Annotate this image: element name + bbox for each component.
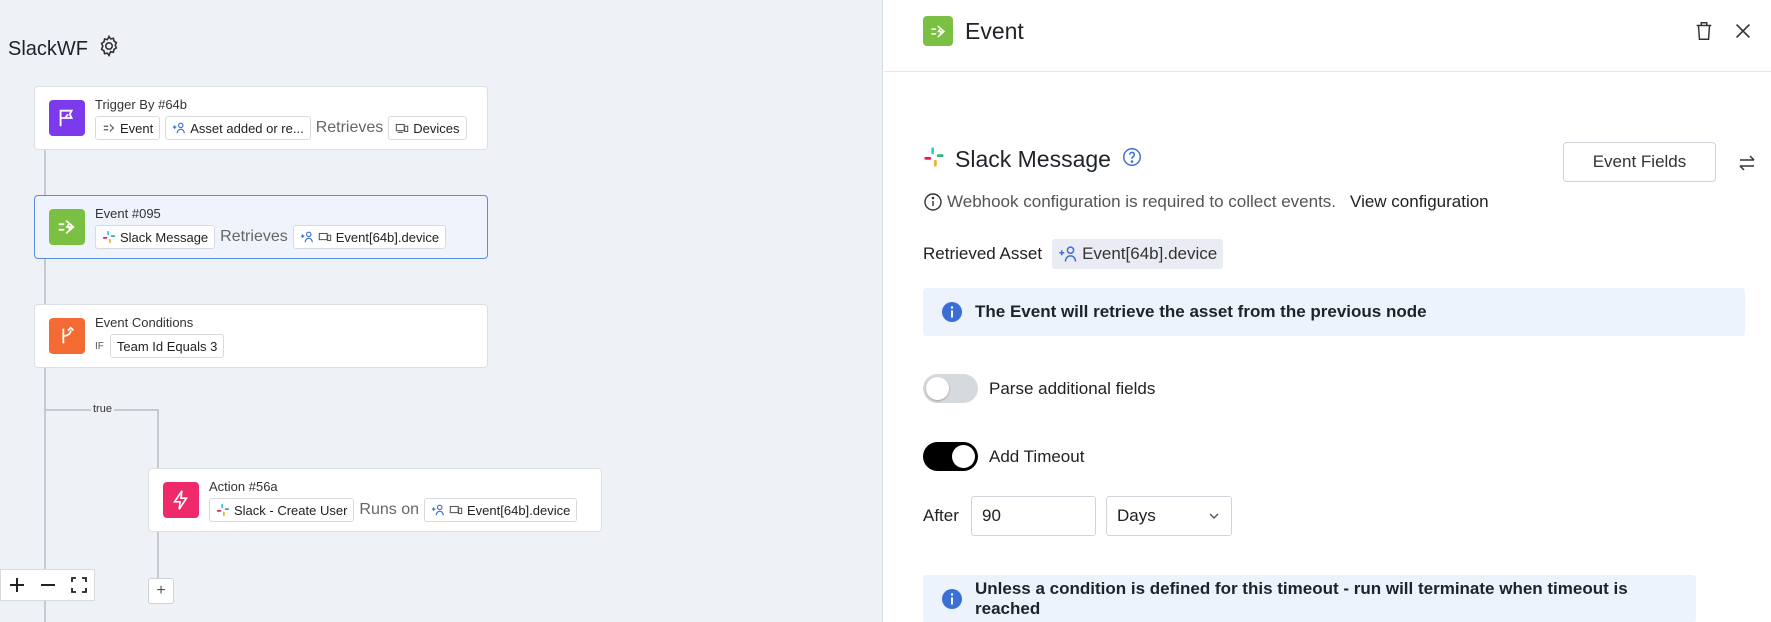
add-timeout-label: Add Timeout (989, 446, 1085, 466)
panel-header: Event (884, 0, 1771, 72)
webhook-note: Webhook configuration is required to col… (923, 192, 1489, 212)
add-timeout-toggle[interactable] (923, 442, 978, 471)
trigger-devices-chip: Devices (388, 116, 467, 140)
info-timeout-box: Unless a condition is defined for this t… (923, 575, 1696, 622)
if-label: IF (95, 340, 104, 352)
source-row: Slack Message (923, 146, 1143, 173)
asset-user-icon (300, 231, 313, 243)
conditions-node-details: IF Team Id Equals 3 (95, 334, 225, 358)
event-device-chip: Event[64b].device (292, 225, 447, 249)
zoom-in-icon[interactable] (4, 572, 30, 598)
fit-screen-icon[interactable] (66, 572, 92, 598)
action-node-icon (163, 482, 199, 518)
retrieves-label: Retrieves (315, 119, 384, 136)
timeout-unit-value: Days (1117, 506, 1156, 525)
event-node-details: Slack Message Retrieves Event[64b].devic… (95, 225, 447, 249)
parse-fields-row: Parse additional fields (923, 374, 1155, 403)
devices-icon (396, 123, 409, 133)
event-icon (58, 219, 75, 235)
asset-user-icon (1059, 246, 1077, 262)
zoom-out-icon[interactable] (35, 572, 61, 598)
info-retrieve-text: The Event will retrieve the asset from t… (975, 302, 1427, 321)
action-node[interactable]: Action #56a Slack - Create User Runs on … (148, 468, 602, 532)
conditions-node-icon (49, 318, 85, 354)
view-configuration-link[interactable]: View configuration (1350, 192, 1489, 212)
branch-label: true (91, 403, 114, 415)
info-icon (942, 302, 962, 322)
slack-icon (102, 230, 116, 244)
trigger-asset-chip: Asset added or re... (165, 116, 311, 140)
timeout-value-input[interactable] (971, 496, 1096, 536)
panel-title: Event (965, 18, 1024, 44)
info-timeout-text: Unless a condition is defined for this t… (975, 579, 1628, 618)
action-node-details: Slack - Create User Runs on Event[64b].d… (209, 498, 578, 522)
trigger-node-title: Trigger By #64b (95, 97, 188, 112)
zoom-controls (0, 569, 95, 601)
conditions-node[interactable]: Event Conditions IF Team Id Equals 3 (34, 304, 488, 368)
event-node[interactable]: Event #095 Slack Message Retrieves Event… (34, 195, 488, 259)
action-device-chip: Event[64b].device (424, 498, 578, 522)
retrieved-asset-chip: Event[64b].device (1052, 239, 1224, 269)
devices-icon (449, 505, 463, 515)
close-icon[interactable] (1730, 18, 1756, 44)
runs-on-label: Runs on (359, 501, 420, 518)
lightning-icon (173, 490, 189, 510)
slack-icon (216, 503, 230, 517)
action-chip: Slack - Create User (209, 498, 355, 522)
parse-fields-toggle[interactable] (923, 374, 978, 403)
help-icon[interactable] (1121, 146, 1143, 173)
connector-line (157, 532, 159, 578)
after-label: After (923, 506, 959, 525)
asset-user-icon (173, 122, 186, 134)
source-title: Slack Message (955, 146, 1111, 172)
branch-icon (62, 326, 75, 344)
info-outline-icon (924, 193, 942, 211)
connector-line (157, 409, 159, 469)
condition-chip: Team Id Equals 3 (109, 334, 225, 358)
trigger-node-icon (49, 100, 85, 136)
event-source-chip: Slack Message (95, 225, 216, 249)
info-retrieve-box: The Event will retrieve the asset from t… (923, 288, 1745, 336)
trigger-event-chip: Event (95, 116, 161, 140)
chevron-down-icon (1209, 513, 1219, 519)
info-icon (942, 589, 962, 609)
add-node-button[interactable]: + (148, 578, 174, 604)
workflow-title: SlackWF (8, 37, 88, 60)
timeout-unit-select[interactable]: Days (1106, 496, 1232, 536)
action-node-title: Action #56a (209, 479, 278, 494)
event-node-title: Event #095 (95, 206, 161, 221)
retrieved-asset-label: Retrieved Asset (923, 244, 1043, 263)
slack-icon (923, 146, 945, 173)
trigger-node-details: Event Asset added or re... Retrieves Dev… (95, 116, 467, 140)
conditions-node-title: Event Conditions (95, 315, 194, 330)
flag-icon (59, 109, 74, 127)
timeout-row: After Days (923, 496, 1232, 536)
add-timeout-row: Add Timeout (923, 442, 1084, 471)
event-panel: Event Slack Message Event Fields Webhook… (884, 0, 1771, 622)
event-arrow-icon (103, 124, 115, 132)
devices-icon (318, 232, 331, 242)
gear-icon[interactable] (97, 34, 121, 64)
event-node-icon (49, 209, 85, 245)
retrieved-asset-row: Retrieved Asset Event[64b].device (923, 239, 1224, 269)
swap-icon[interactable] (1735, 151, 1759, 175)
retrieves-label: Retrieves (220, 228, 288, 245)
trigger-node[interactable]: Trigger By #64b Event Asset added or re.… (34, 86, 488, 150)
parse-fields-label: Parse additional fields (989, 378, 1156, 398)
workflow-title-bar: SlackWF (8, 34, 121, 64)
asset-user-icon (431, 504, 444, 516)
event-icon (923, 16, 953, 46)
event-fields-button[interactable]: Event Fields (1563, 142, 1716, 182)
workflow-canvas[interactable]: SlackWF true Trigger By #64b Event Asset… (0, 0, 883, 622)
trash-icon[interactable] (1691, 18, 1717, 44)
webhook-note-text: Webhook configuration is required to col… (947, 192, 1337, 211)
